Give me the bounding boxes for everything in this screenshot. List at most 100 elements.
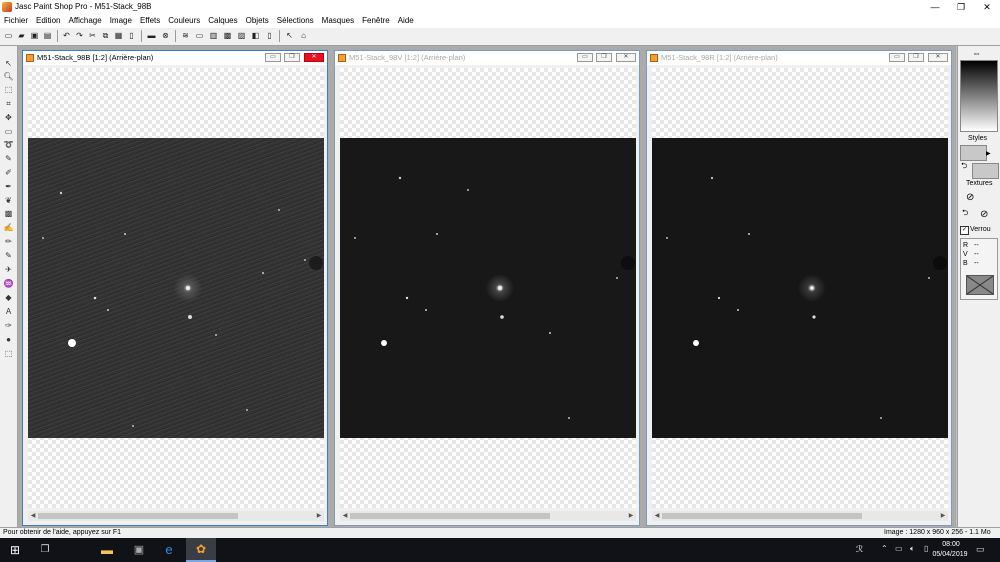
save-icon[interactable]: ▣ xyxy=(29,30,40,41)
maximize-button[interactable]: ❐ xyxy=(948,0,974,14)
airbrush-tool-icon[interactable]: ✈ xyxy=(3,264,14,275)
window-minimize-button[interactable]: ▭ xyxy=(265,53,281,62)
image-canvas[interactable] xyxy=(652,68,948,508)
no-texture-icon[interactable]: ⊘ xyxy=(966,192,974,203)
scroll-left-icon[interactable]: ◀ xyxy=(652,511,662,521)
scroll-right-icon[interactable]: ▶ xyxy=(314,511,324,521)
draw-tool-icon[interactable]: ✑ xyxy=(3,320,14,331)
cut-icon[interactable]: ✂ xyxy=(87,30,98,41)
menu-image[interactable]: Image xyxy=(106,14,136,27)
text-tool-icon[interactable]: A xyxy=(3,306,14,317)
server-manager-icon[interactable]: ▣ xyxy=(124,538,154,562)
color-picker[interactable] xyxy=(960,60,998,132)
menu-edition[interactable]: Edition xyxy=(32,14,64,27)
new-icon[interactable]: ▭ xyxy=(3,30,14,41)
clone-tool-icon[interactable]: ✒ xyxy=(3,181,14,192)
fill-tool-icon[interactable]: ◆ xyxy=(3,292,14,303)
window-maximize-button[interactable]: ❐ xyxy=(284,53,300,62)
internet-explorer-icon[interactable]: e xyxy=(154,538,184,562)
menu-objets[interactable]: Objets xyxy=(242,14,273,27)
network-icon[interactable]: ▭ xyxy=(895,544,903,553)
object-selector-icon[interactable]: ⬚ xyxy=(3,348,14,359)
horizontal-scrollbar[interactable]: ◀ ▶ xyxy=(340,511,636,521)
paste-icon[interactable]: ▦ xyxy=(113,30,124,41)
scratch-remover-icon[interactable]: ✍ xyxy=(3,222,14,233)
horizontal-scrollbar[interactable]: ◀ ▶ xyxy=(28,511,324,521)
redo-icon[interactable]: ↷ xyxy=(74,30,85,41)
background-style-swatch[interactable] xyxy=(972,163,999,179)
style-dropdown-icon[interactable]: ▶ xyxy=(986,150,991,157)
retouch-tool-icon[interactable]: ▩ xyxy=(3,208,14,219)
paint-shop-pro-taskbar-icon[interactable]: ✿ xyxy=(186,538,216,562)
overview-icon[interactable]: ▭ xyxy=(194,30,205,41)
clear-icon[interactable]: ▯ xyxy=(126,30,137,41)
file-explorer-icon[interactable]: ▬ xyxy=(92,538,122,562)
taskbar-date[interactable]: 05/04/2019 xyxy=(928,551,972,558)
close-button[interactable]: ✕ xyxy=(974,0,1000,14)
menu-aide[interactable]: Aide xyxy=(394,14,418,27)
copy-icon[interactable]: ⧉ xyxy=(100,30,111,41)
scanner-icon[interactable]: ▬ xyxy=(146,30,157,41)
menu-calques[interactable]: Calques xyxy=(204,14,241,27)
browse-icon[interactable]: ⊗ xyxy=(160,30,171,41)
image-window-98v[interactable]: M51-Stack_98V [1:2] (Arrière-plan) ▭ ❐ ✕ xyxy=(334,50,640,526)
menu-fenetre[interactable]: Fenêtre xyxy=(358,14,394,27)
image-window-title-bar[interactable]: M51-Stack_98V [1:2] (Arrière-plan) ▭ ❐ ✕ xyxy=(335,51,639,65)
picture-tube-icon[interactable]: ✎ xyxy=(3,250,14,261)
expand-arrows-icon[interactable]: ⇔ xyxy=(972,48,981,58)
image-canvas[interactable] xyxy=(28,68,324,508)
swap-icon[interactable]: ⮌ xyxy=(961,160,967,174)
window-maximize-button[interactable]: ❐ xyxy=(596,53,612,62)
task-view-icon[interactable]: ❐ xyxy=(30,538,60,562)
color-palette-icon[interactable]: ▩ xyxy=(222,30,233,41)
scrollbar-thumb[interactable] xyxy=(350,513,550,519)
swap-icon[interactable]: ⮌ xyxy=(962,207,968,221)
taskbar-time[interactable]: 08:00 xyxy=(932,541,970,548)
menu-fichier[interactable]: Fichier xyxy=(0,14,32,27)
scrollbar-thumb[interactable] xyxy=(38,513,238,519)
window-close-button[interactable]: ✕ xyxy=(304,53,324,62)
open-icon[interactable]: ▰ xyxy=(16,30,27,41)
paintbrush-tool-icon[interactable]: ✐ xyxy=(3,167,14,178)
lasso-tool-icon[interactable]: ➰ xyxy=(3,139,14,150)
window-close-button[interactable]: ✕ xyxy=(928,53,948,62)
user-icon[interactable]: ℛ xyxy=(856,544,863,555)
move-tool-icon[interactable]: ✥ xyxy=(3,112,14,123)
image-window-title-bar[interactable]: M51-Stack_98R [1:2] (Arrière-plan) ▭ ❐ ✕ xyxy=(647,51,951,65)
menu-effets[interactable]: Effets xyxy=(136,14,164,27)
scroll-left-icon[interactable]: ◀ xyxy=(340,511,350,521)
histogram-icon[interactable]: ▥ xyxy=(208,30,219,41)
object-icon[interactable]: ◧ xyxy=(250,30,261,41)
menu-couleurs[interactable]: Couleurs xyxy=(164,14,204,27)
foreground-style-swatch[interactable] xyxy=(960,145,987,161)
script-icon[interactable]: ▯ xyxy=(264,30,275,41)
no-texture-icon[interactable]: ⊘ xyxy=(980,209,988,220)
arrow-tool-icon[interactable]: ↖ xyxy=(3,58,14,69)
flood-fill-icon[interactable]: ♒ xyxy=(3,278,14,289)
window-minimize-button[interactable]: ▭ xyxy=(577,53,593,62)
crop-tool-icon[interactable]: ⌗ xyxy=(3,98,14,109)
horizontal-scrollbar[interactable]: ◀ ▶ xyxy=(652,511,948,521)
image-window-title-bar[interactable]: M51-Stack_98B [1:2] (Arrière-plan) ▭ ❐ ✕ xyxy=(23,51,327,65)
menu-selections[interactable]: Sélections xyxy=(273,14,318,27)
scroll-right-icon[interactable]: ▶ xyxy=(626,511,636,521)
start-windows-icon[interactable]: ⊞ xyxy=(0,538,30,562)
image-canvas[interactable] xyxy=(340,68,636,508)
color-replacer-icon[interactable]: ❦ xyxy=(3,195,14,206)
scrollbar-thumb[interactable] xyxy=(662,513,862,519)
undo-icon[interactable]: ↶ xyxy=(61,30,72,41)
scroll-right-icon[interactable]: ▶ xyxy=(938,511,948,521)
image-icon[interactable]: ▨ xyxy=(236,30,247,41)
volume-icon[interactable]: 🔈︎ xyxy=(910,544,915,554)
zoom-tool-icon[interactable]: 🔍︎ xyxy=(3,71,14,82)
window-close-button[interactable]: ✕ xyxy=(616,53,636,62)
dropper-tool-icon[interactable]: ✎ xyxy=(3,153,14,164)
image-window-98r[interactable]: M51-Stack_98R [1:2] (Arrière-plan) ▭ ❐ ✕ xyxy=(646,50,952,526)
notifications-icon[interactable]: ▭ xyxy=(976,544,985,555)
window-maximize-button[interactable]: ❐ xyxy=(908,53,924,62)
print-icon[interactable]: ▤ xyxy=(42,30,53,41)
minimize-button[interactable]: — xyxy=(922,0,948,14)
lock-icon[interactable]: ⌂ xyxy=(298,30,309,41)
eraser-tool-icon[interactable]: ✏ xyxy=(3,236,14,247)
layers-icon[interactable]: ≋ xyxy=(180,30,191,41)
